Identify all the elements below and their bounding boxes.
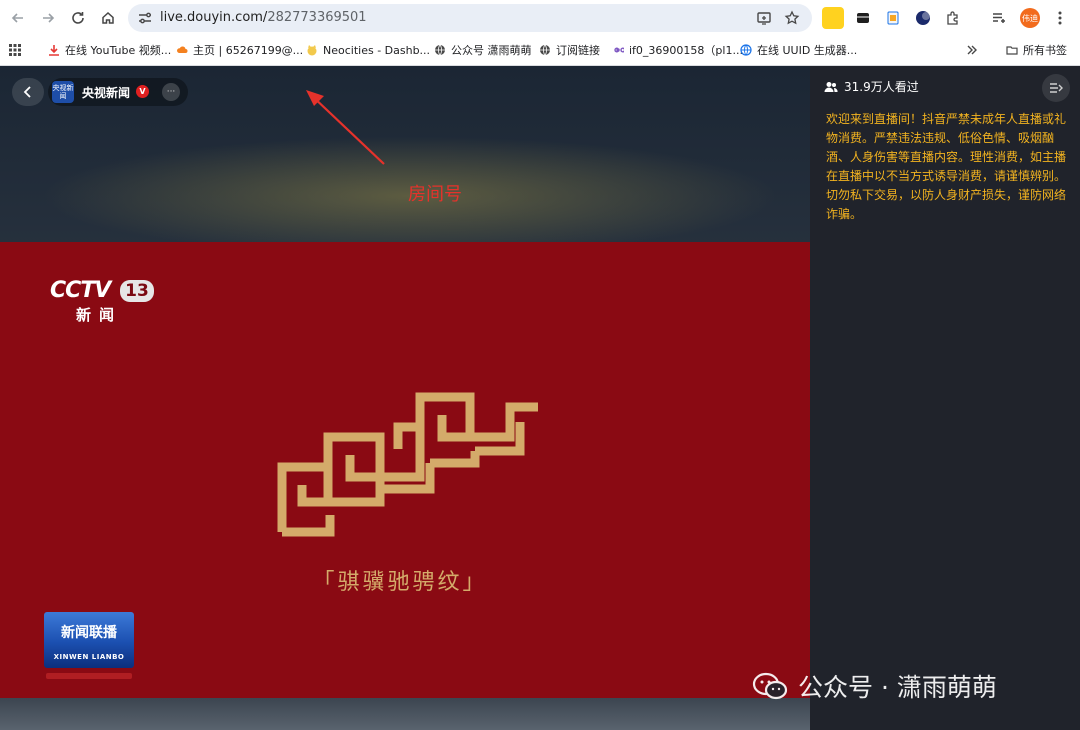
bookmark-label: 订阅链接 <box>556 44 600 57</box>
cloud-icon <box>177 46 188 53</box>
more-bookmarks-chevron-icon[interactable] <box>966 42 978 58</box>
extension-pikachu-icon[interactable] <box>822 7 844 29</box>
cast-icon[interactable] <box>754 8 774 28</box>
all-bookmarks-folder[interactable]: 所有书签 <box>1006 42 1067 58</box>
bookmark-uuid-generator[interactable]: 在线 UUID 生成器... <box>740 42 857 58</box>
program-logo-pinyin: XINWEN LIANBO <box>53 653 125 661</box>
reload-icon[interactable] <box>66 6 90 30</box>
url-path: 282773369501 <box>267 10 367 25</box>
collapse-sidebar-button[interactable] <box>1042 74 1070 102</box>
home-icon[interactable] <box>96 6 120 30</box>
bookmark-subscription[interactable]: 订阅链接 <box>539 42 600 58</box>
system-notice: 欢迎来到直播间！抖音严禁未成年人直播或礼物消费。严禁违法违规、低俗色情、吸烟酗酒… <box>826 112 1067 221</box>
globe-icon <box>540 44 550 56</box>
all-bookmarks-label: 所有书签 <box>1023 44 1067 57</box>
watermark-text: 公众号 · 潇雨萌萌 <box>798 673 997 702</box>
bookmark-label: 公众号 潇雨萌萌 <box>451 44 532 57</box>
bookmark-label: 主页 | 65267199@... <box>193 44 304 57</box>
video-bottom-strip <box>0 698 810 730</box>
viewer-count-text: 31.9万人看过 <box>844 80 919 94</box>
browser-toolbar: live.douyin.com/282773369501 伟迪 <box>0 0 1080 35</box>
annotation-label: 房间号 <box>408 184 462 205</box>
url-text[interactable]: live.douyin.com/282773369501 <box>160 10 367 25</box>
cat-icon <box>307 45 317 56</box>
chat-sidebar: 31.9万人看过 欢迎来到直播间！抖音严禁未成年人直播或礼物消费。严禁违法违规、… <box>810 66 1080 730</box>
bookmark-gongzhonghao[interactable]: 公众号 潇雨萌萌 <box>434 42 532 58</box>
menu-kebab-icon[interactable] <box>1049 7 1071 29</box>
extension-card-icon[interactable] <box>882 7 904 29</box>
bookmark-neocities[interactable]: Neocities - Dashb... <box>306 42 430 58</box>
bookmark-star-icon[interactable] <box>782 8 802 28</box>
logo-red-bar <box>46 673 132 679</box>
globe-icon <box>740 44 752 56</box>
pattern-caption: 「骐骥驰骋纹」 <box>312 570 488 595</box>
site-settings-icon[interactable] <box>136 9 154 27</box>
back-button[interactable] <box>12 78 44 106</box>
fret-pattern-emblem <box>277 392 538 537</box>
live-room-page: CCTV 13 新闻 「骐骥驰骋纹」 新闻联播 XINWEN LIANBO 央视… <box>0 66 1080 730</box>
url-host: live.douyin.com/ <box>160 10 268 25</box>
xinwen-lianbo-logo: 新闻联播 XINWEN LIANBO <box>44 612 134 682</box>
channel-subtitle: 新闻 <box>76 306 123 324</box>
collapse-arrow-icon <box>1050 83 1063 93</box>
cctv13-channel-logo: CCTV 13 新闻 <box>50 278 160 326</box>
reading-list-icon[interactable] <box>988 7 1010 29</box>
chevron-left-icon <box>23 86 31 98</box>
extension-moon-icon[interactable] <box>912 7 934 29</box>
bookmark-homepage[interactable]: 主页 | 65267199@... <box>176 42 303 58</box>
apps-grid-icon[interactable] <box>9 42 21 58</box>
globe-icon <box>435 44 445 56</box>
bookmark-label: 在线 UUID 生成器... <box>757 44 858 57</box>
cctv-wordmark: CCTV <box>50 278 111 303</box>
download-icon <box>49 45 59 56</box>
infinity-icon <box>614 47 624 53</box>
viewer-count: 31.9万人看过 <box>824 78 919 95</box>
channel-number: 13 <box>120 280 154 302</box>
anchor-info-pill[interactable]: 央视新闻 央视新闻 V ··· <box>48 78 188 106</box>
users-icon <box>824 81 838 92</box>
anchor-avatar[interactable]: 央视新闻 <box>52 81 74 103</box>
forward-arrow-icon[interactable] <box>36 6 60 30</box>
back-arrow-icon[interactable] <box>6 6 30 30</box>
bookmark-label: 在线 YouTube 视频... <box>65 44 172 57</box>
bookmark-youtube-downloader[interactable]: 在线 YouTube 视频... <box>48 42 171 58</box>
anchor-name[interactable]: 央视新闻 <box>82 84 130 101</box>
wechat-watermark: 公众号 · 潇雨萌萌 <box>752 668 997 704</box>
extensions-puzzle-icon[interactable] <box>942 7 964 29</box>
address-bar[interactable]: live.douyin.com/282773369501 <box>128 4 812 32</box>
extension-tabs-icon[interactable] <box>852 7 874 29</box>
profile-avatar[interactable]: 伟迪 <box>1020 8 1040 28</box>
verified-badge-icon: V <box>136 85 149 98</box>
program-logo-title: 新闻联播 <box>61 625 117 641</box>
more-options-button[interactable]: ··· <box>162 83 180 101</box>
annotation-arrow-icon <box>306 90 385 165</box>
broadcast-frame: CCTV 13 新闻 「骐骥驰骋纹」 新闻联播 XINWEN LIANBO <box>0 242 810 698</box>
bookmarks-bar: 在线 YouTube 视频... 主页 | 65267199@... Neoci… <box>0 35 1080 66</box>
bookmark-label: Neocities - Dashb... <box>323 43 431 57</box>
live-video-player[interactable]: CCTV 13 新闻 「骐骥驰骋纹」 新闻联播 XINWEN LIANBO 央视… <box>0 66 810 730</box>
bookmark-label: if0_36900158（pl1... <box>629 44 743 57</box>
folder-icon <box>1006 46 1018 55</box>
bookmark-infinityfree[interactable]: if0_36900158（pl1... <box>612 42 743 58</box>
wechat-icon <box>752 672 788 700</box>
